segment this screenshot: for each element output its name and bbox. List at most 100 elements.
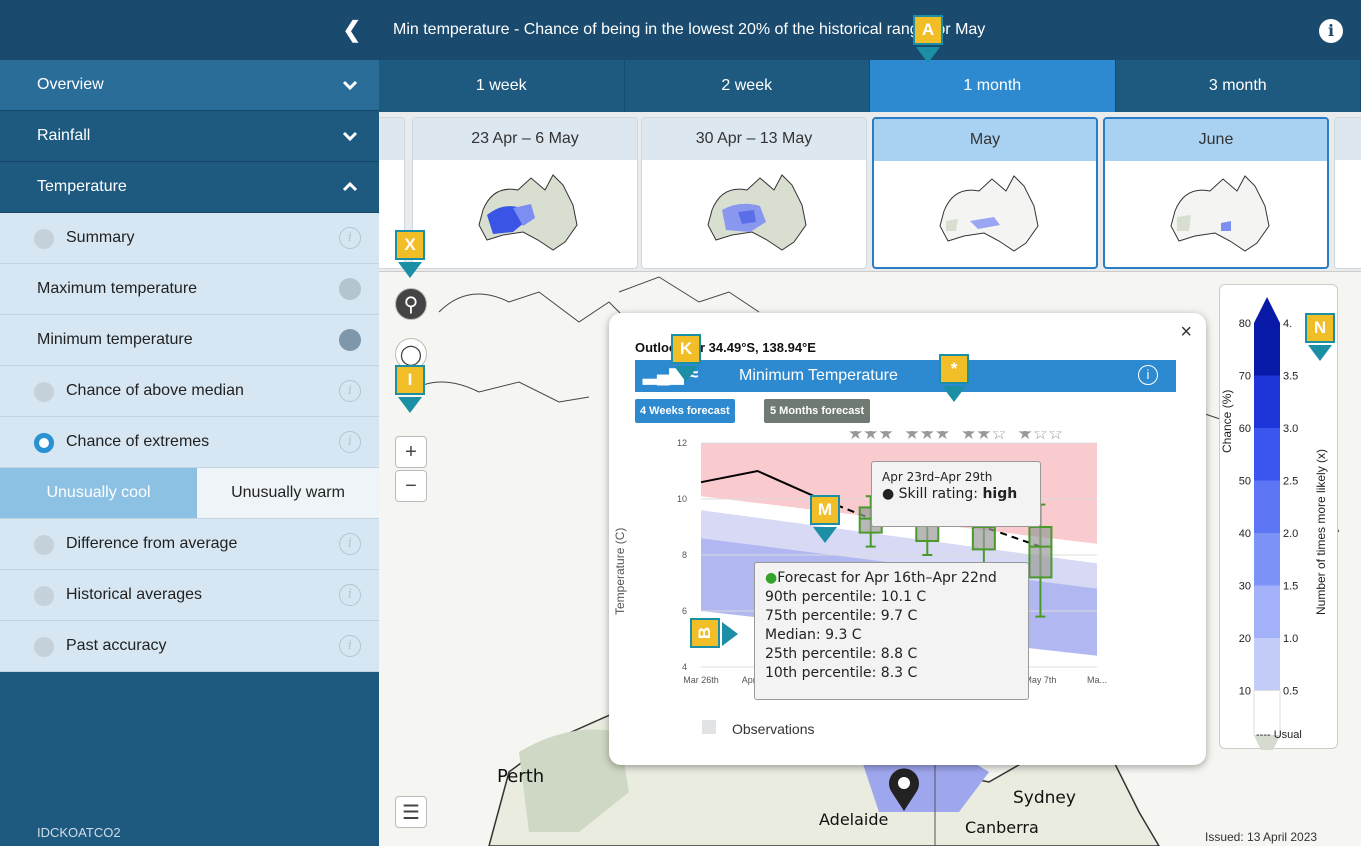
unusually-warm-button[interactable]: Unusually warm	[197, 468, 379, 518]
thumbnail-strip: 23 Apr – 6 May 30 Apr – 13 May May June	[379, 112, 1361, 272]
australia-map-thumbnail	[939, 175, 1039, 252]
sidebar-item-label: Past accuracy	[66, 637, 167, 654]
layers-icon[interactable]: ☰	[395, 796, 427, 828]
x-tick-label: Mar 26th	[683, 675, 719, 685]
radio-button[interactable]	[34, 229, 54, 249]
callout-arrow	[722, 622, 738, 646]
sidebar-item-min-temperature[interactable]: Minimum temperature	[0, 315, 379, 366]
info-icon[interactable]: i	[339, 635, 361, 657]
info-icon[interactable]: i	[1319, 19, 1343, 43]
tab-1-month[interactable]: 1 month	[870, 60, 1116, 112]
city-label-perth: Perth	[497, 766, 545, 787]
legend-swatch	[1254, 585, 1280, 638]
chevron-down-icon	[342, 131, 358, 142]
thumbnail-card[interactable]: June	[1103, 117, 1329, 269]
skill-tooltip-dates: Apr 23rd–Apr 29th	[882, 470, 993, 484]
thumbnail-partial[interactable]	[1334, 117, 1361, 269]
legend-times-tick: 0.5	[1283, 686, 1298, 698]
legend-arrow-top	[1254, 297, 1280, 323]
callout-arrow	[398, 262, 422, 278]
sidebar-item-label: Overview	[37, 76, 104, 93]
thumbnail-card-selected[interactable]: May	[872, 117, 1098, 269]
sidebar-item-summary[interactable]: Summary i	[0, 213, 379, 264]
y-tick-label: 10	[677, 494, 687, 504]
radio-button[interactable]	[34, 637, 54, 657]
chevron-up-circle-icon[interactable]	[339, 329, 361, 351]
thumbnail-card[interactable]: 23 Apr – 6 May	[412, 117, 638, 269]
callout-a: A	[913, 15, 943, 45]
sidebar-item-historical[interactable]: Historical averages i	[0, 570, 379, 621]
forecast-tooltip-line: Median: 9.3 C	[765, 627, 862, 643]
page-title: Min temperature - Chance of being in the…	[393, 21, 986, 38]
popup-banner-title: Minimum Temperature	[739, 367, 898, 384]
sidebar-item-rainfall[interactable]: Rainfall	[0, 111, 379, 162]
sidebar-item-above-median[interactable]: Chance of above median i	[0, 366, 379, 417]
popup-location: Outlook for 34.49°S, 138.94°E	[635, 340, 816, 355]
legend-swatch	[1254, 480, 1280, 533]
city-label-adelaide: Adelaide	[819, 810, 889, 829]
info-icon[interactable]: i	[339, 227, 361, 249]
close-icon[interactable]: ×	[1180, 321, 1192, 344]
callout-i: I	[395, 365, 425, 395]
radio-button[interactable]	[34, 586, 54, 606]
sidebar-item-extremes[interactable]: Chance of extremes i	[0, 417, 379, 468]
zoom-out-button[interactable]: −	[395, 470, 427, 502]
sidebar-item-label: Rainfall	[37, 127, 91, 144]
legend-chance-tick: 50	[1239, 476, 1251, 488]
sidebar-item-overview[interactable]: Overview	[0, 60, 379, 111]
radio-button[interactable]	[34, 382, 54, 402]
forecast-tooltip: ●Forecast for Apr 16th–Apr 22nd 90th per…	[754, 562, 1029, 700]
info-icon[interactable]: i	[339, 584, 361, 606]
chevron-down-circle-icon[interactable]	[339, 278, 361, 300]
sidebar-item-label: Temperature	[37, 178, 127, 195]
thumbnail-label: June	[1105, 119, 1327, 161]
sidebar-item-past-accuracy[interactable]: Past accuracy i	[0, 621, 379, 672]
outlook-popup: Outlook for 34.49°S, 138.94°E × ▂▄▆ ≈ Mi…	[609, 313, 1206, 765]
chevron-left-icon[interactable]: ❮	[343, 18, 361, 42]
sidebar-item-label: Minimum temperature	[37, 331, 193, 348]
info-icon[interactable]: i	[339, 533, 361, 555]
unusually-cool-button[interactable]: Unusually cool	[0, 468, 197, 518]
sidebar-item-temperature[interactable]: Temperature	[0, 162, 379, 213]
months-forecast-button[interactable]: 5 Months forecast	[764, 399, 871, 423]
callout-x: X	[395, 230, 425, 260]
tab-2-week[interactable]: 2 week	[624, 60, 870, 112]
info-icon[interactable]: i	[1138, 365, 1158, 385]
sidebar-item-max-temperature[interactable]: Maximum temperature	[0, 264, 379, 315]
info-icon[interactable]: i	[339, 431, 361, 453]
thumbnail-label: 30 Apr – 13 May	[642, 118, 866, 160]
observations-legend-swatch	[702, 720, 716, 734]
map-marker-icon[interactable]	[887, 767, 921, 811]
tab-3-month[interactable]: 3 month	[1115, 60, 1361, 112]
info-icon[interactable]: i	[339, 380, 361, 402]
radio-button-selected[interactable]	[34, 433, 54, 453]
legend-chance-tick: 70	[1239, 371, 1251, 383]
legend-times-tick: 3.0	[1283, 423, 1298, 435]
callout-k: K	[671, 334, 701, 364]
chevron-up-icon	[342, 181, 358, 192]
thumbnail-label: 23 Apr – 6 May	[413, 118, 637, 160]
y-axis-label: Temperature (C)	[613, 527, 627, 615]
legend-swatch	[1254, 375, 1280, 428]
tab-1-week[interactable]: 1 week	[379, 60, 625, 112]
weeks-forecast-button[interactable]: 4 Weeks forecast	[635, 399, 735, 423]
callout-n: N	[1305, 313, 1335, 343]
legend-swatch	[1254, 533, 1280, 586]
city-label-canberra: Canberra	[965, 818, 1039, 837]
thumbnail-card[interactable]: 30 Apr – 13 May	[641, 117, 867, 269]
radio-button[interactable]	[34, 535, 54, 555]
search-icon[interactable]: ⚲	[395, 288, 427, 320]
sidebar-item-label: Historical averages	[66, 586, 203, 603]
legend-usual-label: ---- Usual	[1256, 729, 1302, 741]
legend-chance-tick: 40	[1239, 528, 1251, 540]
legend-times-tick: 3.5	[1283, 371, 1298, 383]
chevron-down-icon	[342, 80, 358, 91]
x-tick-label: May 7th	[1024, 675, 1056, 685]
sidebar-item-difference[interactable]: Difference from average i	[0, 519, 379, 570]
observations-legend-label: Observations	[732, 721, 815, 737]
legend-times-tick: 2.0	[1283, 528, 1298, 540]
legend-chance-tick: 80	[1239, 318, 1251, 330]
zoom-in-button[interactable]: +	[395, 436, 427, 468]
legend-swatch	[1254, 638, 1280, 691]
city-label-sydney: Sydney	[1013, 788, 1076, 808]
